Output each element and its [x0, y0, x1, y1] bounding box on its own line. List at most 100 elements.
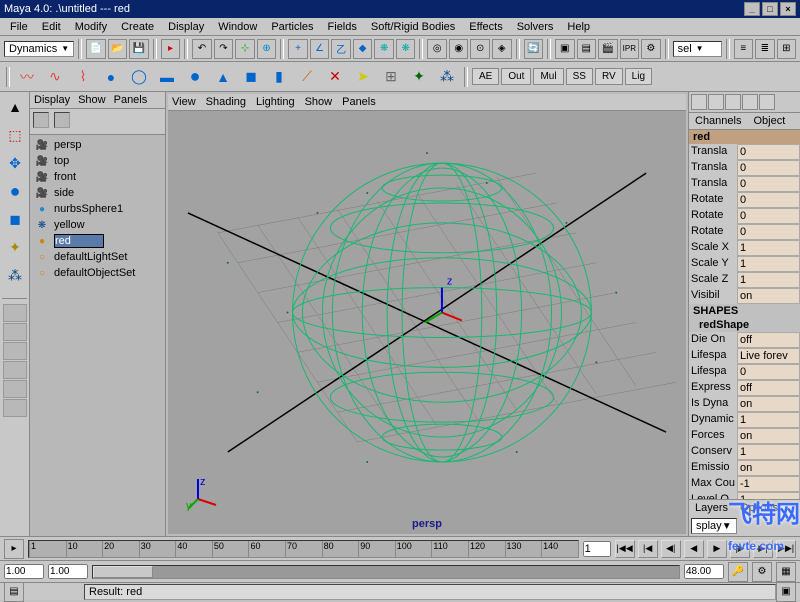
last-tool[interactable]: ⁂ — [2, 262, 28, 288]
shelf-curve1-icon[interactable]: 〰 — [14, 64, 40, 90]
play-button[interactable]: ▶ — [707, 540, 727, 558]
channel-row[interactable]: Emissioon — [689, 460, 800, 476]
snap-point-button[interactable]: ⊙ — [470, 39, 490, 59]
select-misc-icon[interactable]: ❋ — [396, 39, 416, 59]
outliner-item-yellow[interactable]: ❋yellow — [32, 217, 163, 233]
outliner-menu-panels[interactable]: Panels — [114, 94, 148, 106]
ch-icon-3[interactable] — [725, 94, 741, 110]
history-button[interactable]: 🔄 — [524, 39, 544, 59]
channel-row[interactable]: Is Dynaon — [689, 396, 800, 412]
lasso-tool[interactable]: ⬚ — [2, 122, 28, 148]
tab-object[interactable]: Object — [747, 113, 791, 129]
layout-custom[interactable] — [3, 399, 27, 417]
outliner-item-red[interactable]: ● — [32, 233, 163, 249]
shape-name[interactable]: redShape — [689, 318, 800, 332]
timeline-collapse-icon[interactable]: ▸ — [4, 539, 24, 559]
outliner-item-persp[interactable]: 🎥persp — [32, 137, 163, 153]
select-mask-button[interactable]: ▸ — [161, 39, 181, 59]
layout-four[interactable] — [3, 323, 27, 341]
next-key-button[interactable]: |▶ — [730, 540, 750, 558]
select-joint-icon[interactable]: ⊕ — [257, 39, 277, 59]
shelf-tab-ae[interactable]: AE — [472, 68, 499, 85]
channel-value[interactable]: 1 — [737, 444, 800, 460]
shelf-plane-icon[interactable]: ▬ — [154, 64, 180, 90]
shelf-sphere-blue-icon[interactable]: ● — [98, 64, 124, 90]
outliner-item-front[interactable]: 🎥front — [32, 169, 163, 185]
ch-icon-4[interactable] — [742, 94, 758, 110]
select-render-icon[interactable]: ❋ — [374, 39, 394, 59]
outliner-menu-display[interactable]: Display — [34, 94, 70, 106]
channel-value[interactable]: Live forev — [737, 348, 800, 364]
channel-row[interactable]: Expressoff — [689, 380, 800, 396]
channel-row[interactable]: Die Onoff — [689, 332, 800, 348]
layer-display-select[interactable]: splay ▼ — [691, 518, 737, 534]
rename-input[interactable] — [54, 234, 104, 248]
tab-options[interactable]: Options — [734, 500, 784, 516]
shelf-tab-rv[interactable]: RV — [595, 68, 623, 85]
channel-row[interactable]: Rotate0 — [689, 224, 800, 240]
ch-icon-5[interactable] — [759, 94, 775, 110]
layout-three[interactable] — [3, 380, 27, 398]
channel-row[interactable]: Transla0 — [689, 160, 800, 176]
filter-2[interactable] — [54, 112, 70, 128]
channel-value[interactable]: 0 — [737, 208, 800, 224]
shelf-cylinder-icon[interactable]: ▮ — [266, 64, 292, 90]
channel-row[interactable]: Max Cou-1 — [689, 476, 800, 492]
manip-tool[interactable]: ✦ — [2, 234, 28, 260]
snap-plane-button[interactable]: ◈ — [492, 39, 512, 59]
menu-softrigid[interactable]: Soft/Rigid Bodies — [365, 20, 461, 34]
channel-row[interactable]: Conserv1 — [689, 444, 800, 460]
select-handle-icon[interactable]: ⊹ — [235, 39, 255, 59]
shelf-curve2-icon[interactable]: ∿ — [42, 64, 68, 90]
channel-value[interactable]: 1 — [737, 240, 800, 256]
tab-channels[interactable]: Channels — [689, 113, 747, 129]
tab-layers[interactable]: Layers — [689, 500, 734, 516]
channel-row[interactable]: Visibilon — [689, 288, 800, 304]
rewind-button[interactable]: |◀◀ — [615, 540, 635, 558]
shelf-ik-icon[interactable]: ✕ — [322, 64, 348, 90]
shelf-cube-icon[interactable]: ◼ — [238, 64, 264, 90]
script-button[interactable]: ▦ — [776, 562, 796, 582]
select-deform-icon[interactable]: 乙 — [331, 39, 351, 59]
snap-grid-button[interactable]: ◎ — [427, 39, 447, 59]
prev-key-button[interactable]: ◀| — [661, 540, 681, 558]
channel-value[interactable]: -1 — [737, 476, 800, 492]
ipr-button[interactable]: ▤ — [577, 39, 597, 59]
filter-1[interactable] — [33, 112, 49, 128]
scale-tool[interactable]: ◼ — [2, 206, 28, 232]
channel-value[interactable]: 1 — [737, 256, 800, 272]
quick-select-field[interactable]: sel — [673, 41, 722, 57]
channel-value[interactable]: on — [737, 396, 800, 412]
shelf-tab-lig[interactable]: Lig — [625, 68, 652, 85]
view-menu-lighting[interactable]: Lighting — [256, 96, 295, 108]
menu-solvers[interactable]: Solvers — [511, 20, 560, 34]
shelf-cone-icon[interactable]: ▲ — [210, 64, 236, 90]
channel-value[interactable]: 0 — [737, 192, 800, 208]
channel-value[interactable]: 1 — [737, 272, 800, 288]
channel-value[interactable]: on — [737, 460, 800, 476]
close-button[interactable]: × — [780, 2, 796, 16]
snap-curve-button[interactable]: ◉ — [449, 39, 469, 59]
ch-icon-1[interactable] — [691, 94, 707, 110]
channel-value[interactable]: 0 — [737, 160, 800, 176]
menu-window[interactable]: Window — [212, 20, 263, 34]
forward-button[interactable]: ▶▶| — [776, 540, 796, 558]
script-editor-button[interactable]: ▣ — [776, 582, 796, 602]
minimize-button[interactable]: _ — [744, 2, 760, 16]
view-menu-show[interactable]: Show — [305, 96, 333, 108]
menu-edit[interactable]: Edit — [36, 20, 67, 34]
range-bar[interactable] — [92, 565, 680, 579]
view-menu-view[interactable]: View — [172, 96, 196, 108]
menu-effects[interactable]: Effects — [463, 20, 508, 34]
shelf-curve3-icon[interactable]: ⌇ — [70, 64, 96, 90]
outliner-item-lightset[interactable]: ○defaultLightSet — [32, 249, 163, 265]
new-scene-button[interactable]: 📄 — [86, 39, 106, 59]
menu-file[interactable]: File — [4, 20, 34, 34]
mel-button[interactable]: ▤ — [4, 582, 24, 602]
channel-value[interactable]: 1 — [737, 492, 800, 499]
channel-row[interactable]: Dynamic1 — [689, 412, 800, 428]
toggle-channel-button[interactable]: ⊞ — [777, 39, 797, 59]
menu-help[interactable]: Help — [561, 20, 596, 34]
channel-value[interactable]: 0 — [737, 144, 800, 160]
shelf-torus-icon[interactable]: ◯ — [126, 64, 152, 90]
